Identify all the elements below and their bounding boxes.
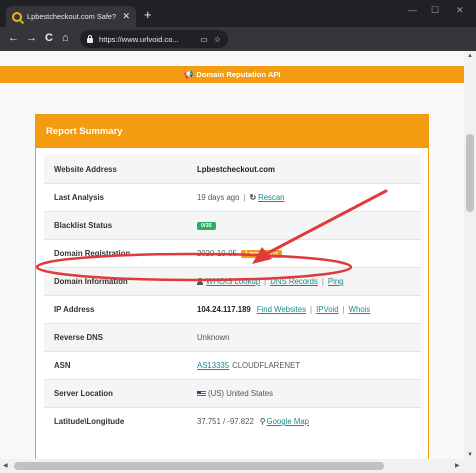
table-row: ASN AS13335 CLOUDFLARENET <box>44 351 421 379</box>
forward-icon[interactable]: → <box>26 32 37 45</box>
dns-records-link[interactable]: DNS Records <box>270 277 318 286</box>
registration-date-value: 2020-10-05 <box>197 249 237 258</box>
table-row: Domain Registration 2020-10-05 1 month a… <box>44 239 421 267</box>
asn-link[interactable]: AS13335 <box>197 361 229 370</box>
report-summary-title: Report Summary <box>36 115 428 148</box>
table-row: Last Analysis 19 days ago | ↻ Rescan <box>44 183 421 211</box>
report-summary-card: Report Summary Website Address Lpbestche… <box>35 114 429 459</box>
minimize-icon[interactable]: — <box>408 5 417 15</box>
report-table: Website Address Lpbestcheckout.com Last … <box>44 155 421 435</box>
address-bar[interactable]: https://www.urlvoid.co... ▭ ☆ <box>80 30 228 48</box>
last-analysis-value: 19 days ago <box>197 193 240 202</box>
row-label: Blacklist Status <box>54 221 113 230</box>
separator: | <box>310 305 313 314</box>
website-address-value: Lpbestcheckout.com <box>197 164 275 174</box>
horizontal-scroll-thumb[interactable] <box>14 462 384 470</box>
tab-close-icon[interactable]: ✕ <box>122 11 130 22</box>
refresh-icon[interactable]: ↻ <box>250 193 257 202</box>
lock-icon <box>87 34 93 43</box>
google-map-link[interactable]: Google Map <box>267 417 309 426</box>
api-banner[interactable]: 📢 Domain Reputation API <box>0 66 464 83</box>
server-location-value: (US) United States <box>208 389 273 398</box>
separator: | <box>264 277 267 286</box>
asn-name-value: CLOUDFLARENET <box>232 361 301 370</box>
lat-long-value: 37.751 / -97.822 <box>197 417 254 426</box>
scroll-right-icon[interactable]: ▶ <box>455 462 460 469</box>
ping-link[interactable]: Ping <box>328 277 344 286</box>
table-row: Server Location (US) United States <box>44 379 421 407</box>
table-row: Domain Information WHOIS Lookup | DNS Re… <box>44 267 421 295</box>
row-label: IP Address <box>54 305 95 314</box>
domain-age-badge: 1 month ago <box>240 249 282 258</box>
close-window-icon[interactable]: ✕ <box>456 5 464 16</box>
tab-title: Lpbestcheckout.com Safe? Check <box>27 12 118 21</box>
browser-toolbar: ← → C ⌂ https://www.urlvoid.co... ▭ ☆ <box>0 27 476 51</box>
find-websites-link[interactable]: Find Websites <box>257 305 306 314</box>
browser-tab-bar: Lpbestcheckout.com Safe? Check ✕ + — ☐ ✕ <box>0 0 476 27</box>
bookmark-star-icon[interactable]: ☆ <box>214 35 221 44</box>
row-label: ASN <box>54 361 71 370</box>
reverse-dns-value: Unknown <box>197 333 230 342</box>
vertical-scrollbar[interactable]: ▲ ▼ <box>464 51 476 459</box>
map-pin-icon: ⚲ <box>259 417 266 426</box>
back-icon[interactable]: ← <box>8 32 19 45</box>
search-favicon-icon <box>12 11 22 22</box>
row-label: Domain Information <box>54 277 128 286</box>
table-row: Reverse DNS Unknown <box>44 323 421 351</box>
ipvoid-link[interactable]: IPVoid <box>316 305 339 314</box>
row-label: Last Analysis <box>54 193 104 202</box>
home-icon[interactable]: ⌂ <box>62 32 69 45</box>
vertical-scroll-thumb[interactable] <box>466 134 474 212</box>
table-row: Blacklist Status 0/35 <box>44 211 421 239</box>
separator: | <box>321 277 324 286</box>
ip-address-value: 104.24.117.189 <box>197 305 251 314</box>
scroll-up-icon[interactable]: ▲ <box>467 53 473 59</box>
scroll-down-icon[interactable]: ▼ <box>467 452 473 458</box>
separator: | <box>243 193 246 202</box>
us-flag-icon <box>197 390 206 397</box>
horizontal-scrollbar[interactable]: ◀ ▶ <box>0 459 476 473</box>
row-label: Website Address <box>54 164 117 174</box>
table-row: Website Address Lpbestcheckout.com <box>44 155 421 183</box>
scroll-left-icon[interactable]: ◀ <box>3 462 8 469</box>
browser-tab[interactable]: Lpbestcheckout.com Safe? Check ✕ <box>6 6 136 27</box>
whois-lookup-link[interactable]: WHOIS Lookup <box>206 277 260 286</box>
row-label: Reverse DNS <box>54 333 103 342</box>
table-row: Latitude\Longitude 37.751 / -97.822 ⚲ Go… <box>44 407 421 435</box>
megaphone-icon: 📢 <box>183 70 194 79</box>
cast-icon[interactable]: ▭ <box>200 35 208 44</box>
table-row: IP Address 104.24.117.189 Find Websites … <box>44 295 421 323</box>
page-content: 📢 Domain Reputation API Report Summary W… <box>0 51 464 459</box>
whois-link[interactable]: Whois <box>349 305 371 314</box>
new-tab-button[interactable]: + <box>144 8 152 21</box>
url-text[interactable]: https://www.urlvoid.co... <box>99 35 194 44</box>
row-label: Server Location <box>54 389 113 398</box>
api-banner-label: Domain Reputation API <box>196 70 281 79</box>
separator: | <box>342 305 345 314</box>
blacklist-badge: 0/35 <box>197 221 216 230</box>
rescan-link[interactable]: Rescan <box>258 193 284 202</box>
maximize-icon[interactable]: ☐ <box>431 5 439 16</box>
row-label: Domain Registration <box>54 249 131 258</box>
row-label: Latitude\Longitude <box>54 417 125 426</box>
reload-icon[interactable]: C <box>45 32 53 45</box>
user-icon <box>197 278 203 285</box>
